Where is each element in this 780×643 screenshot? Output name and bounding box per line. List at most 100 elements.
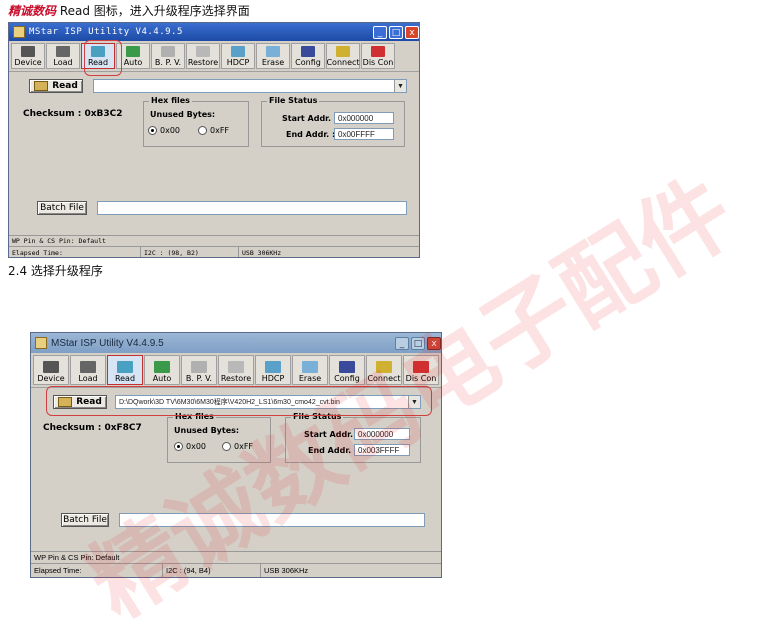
- restore-icon: [196, 46, 210, 57]
- hdcp-icon: [265, 361, 281, 373]
- tool-b-p-v-button[interactable]: B. P. V.: [181, 355, 217, 385]
- status-line-wp: WP Pin & CS Pin: Default: [9, 235, 419, 246]
- disconnect-icon: [413, 361, 429, 373]
- tool-label: HDCP: [226, 58, 250, 67]
- tool-load-button[interactable]: Load: [46, 43, 80, 69]
- tool-dis-con-button[interactable]: Dis Con: [403, 355, 439, 385]
- isp-utility-window-1: MStar ISP Utility V4.4.9.5 _ □ x Device L…: [8, 22, 420, 258]
- tool-label: Read: [114, 374, 136, 383]
- tool-restore-button[interactable]: Restore: [218, 355, 254, 385]
- load-icon: [56, 46, 70, 57]
- tool-read-button[interactable]: Read: [107, 355, 143, 385]
- radio-0x00[interactable]: [174, 442, 183, 451]
- hex-files-title: Hex files: [149, 96, 192, 105]
- batch-file-button[interactable]: Batch File: [37, 201, 87, 215]
- radio-0x00[interactable]: [148, 126, 157, 135]
- file-status-group: File Status Start Addr. : 0x000000 End A…: [261, 96, 405, 147]
- read-icon: [117, 361, 133, 373]
- connect-icon: [336, 46, 350, 57]
- tool-dis-con-button[interactable]: Dis Con: [361, 43, 395, 69]
- end-addr-label: End Addr. :: [286, 130, 336, 139]
- end-addr-field[interactable]: 0x00FFFF: [334, 128, 394, 140]
- wp-pin-status: WP Pin & CS Pin: Default: [12, 237, 106, 245]
- bpv-icon: [161, 46, 175, 57]
- option-0x00-label: 0x00: [160, 126, 181, 135]
- file-path-highlight: [46, 386, 432, 416]
- dropdown-arrow-icon[interactable]: ▼: [394, 80, 406, 92]
- batch-file-field[interactable]: [119, 513, 425, 527]
- app-icon: [13, 26, 25, 38]
- tool-label: Load: [53, 58, 73, 67]
- section-heading: 2.4 选择升级程序: [8, 264, 103, 278]
- tool-device-button[interactable]: Device: [33, 355, 69, 385]
- tool-erase-button[interactable]: Erase: [256, 43, 290, 69]
- minimize-button[interactable]: _: [373, 25, 387, 39]
- end-addr-value: 0x00FFFF: [338, 129, 375, 139]
- window-title: MStar ISP Utility V4.4.9.5: [51, 337, 164, 349]
- option-0x00[interactable]: 0x00: [174, 442, 206, 451]
- option-0xff[interactable]: 0xFF: [222, 442, 253, 451]
- read-button[interactable]: Read: [29, 79, 83, 93]
- tool-erase-button[interactable]: Erase: [292, 355, 328, 385]
- start-addr-field[interactable]: 0x000000: [334, 112, 394, 124]
- tool-b-p-v-button[interactable]: B. P. V.: [151, 43, 185, 69]
- option-0x00-label: 0x00: [186, 442, 207, 451]
- batch-file-label: Batch File: [40, 203, 84, 213]
- tool-label: Dis Con: [405, 374, 437, 383]
- tool-hdcp-button[interactable]: HDCP: [255, 355, 291, 385]
- tool-label: Device: [37, 374, 65, 383]
- end-addr-field[interactable]: 0x003FFFF: [354, 444, 410, 456]
- batch-file-field[interactable]: [97, 201, 407, 215]
- tool-config-button[interactable]: Config: [291, 43, 325, 69]
- end-addr-value: 0x003FFFF: [358, 445, 400, 455]
- radio-0xff[interactable]: [198, 126, 207, 135]
- tool-device-button[interactable]: Device: [11, 43, 45, 69]
- tool-connect-button[interactable]: Connect: [366, 355, 402, 385]
- status-line-elapsed: Elapsed Time: I2C : (94, B4) USB 306KHz: [31, 563, 441, 577]
- auto-icon: [154, 361, 170, 373]
- tool-restore-button[interactable]: Restore: [186, 43, 220, 69]
- close-button[interactable]: x: [405, 25, 419, 39]
- option-0xff[interactable]: 0xFF: [198, 126, 229, 135]
- read-button-label: Read: [52, 81, 78, 91]
- isp-utility-window-2: MStar ISP Utility V4.4.9.5 _ □ x Device L…: [30, 332, 442, 578]
- start-addr-field[interactable]: 0x000000: [354, 428, 410, 440]
- tool-connect-button[interactable]: Connect: [326, 43, 360, 69]
- tool-load-button[interactable]: Load: [70, 355, 106, 385]
- maximize-button[interactable]: □: [411, 336, 425, 350]
- tool-hdcp-button[interactable]: HDCP: [221, 43, 255, 69]
- maximize-button[interactable]: □: [389, 25, 403, 39]
- title-bar: MStar ISP Utility V4.4.9.5 _ □ x: [9, 23, 419, 41]
- tool-label: Config: [334, 374, 360, 383]
- tool-label: Connect: [367, 374, 401, 383]
- tool-label: Erase: [261, 58, 285, 67]
- minimize-button[interactable]: _: [395, 336, 409, 350]
- tool-auto-button[interactable]: Auto: [144, 355, 180, 385]
- status-line-elapsed: Elapsed Time: I2C : (98, B2) USB 306KHz: [9, 246, 419, 257]
- elapsed-time: Elapsed Time:: [12, 248, 63, 257]
- start-addr-label: Start Addr. :: [282, 114, 338, 123]
- erase-icon: [266, 46, 280, 57]
- window-title: MStar ISP Utility V4.4.9.5: [29, 27, 183, 37]
- radio-0xff[interactable]: [222, 442, 231, 451]
- device-icon: [43, 361, 59, 373]
- hdcp-icon: [231, 46, 245, 57]
- option-0x00[interactable]: 0x00: [148, 126, 180, 135]
- app-icon: [35, 337, 47, 349]
- wp-pin-status: WP Pin & CS Pin: Default: [34, 553, 120, 562]
- option-0xff-label: 0xFF: [234, 442, 254, 451]
- intro-text: Read 图标，进入升级程序选择界面: [56, 4, 250, 18]
- close-button[interactable]: x: [427, 336, 441, 350]
- status-line-wp: WP Pin & CS Pin: Default: [31, 551, 441, 563]
- file-path-select[interactable]: ▼: [93, 79, 407, 93]
- batch-file-button[interactable]: Batch File: [61, 513, 109, 527]
- tool-label: Restore: [187, 58, 219, 67]
- toolbar: Device Load Read Auto B. P. V. Restore HDCP Era…: [9, 41, 419, 72]
- tool-label: Device: [14, 58, 42, 67]
- intro-line: 精诚数码 Read 图标，进入升级程序选择界面: [8, 2, 250, 19]
- tool-label: Auto: [152, 374, 172, 383]
- title-bar: MStar ISP Utility V4.4.9.5 _ □ x: [31, 333, 441, 353]
- tool-config-button[interactable]: Config: [329, 355, 365, 385]
- unused-bytes-label: Unused Bytes:: [174, 426, 240, 435]
- elapsed-time: Elapsed Time:: [34, 566, 82, 575]
